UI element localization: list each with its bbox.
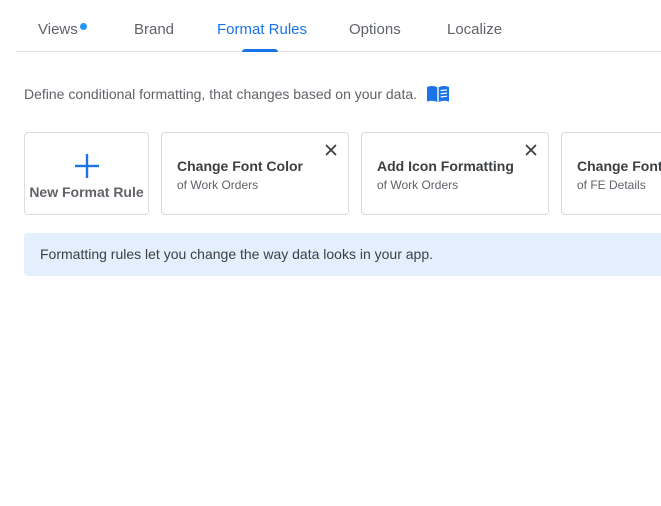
tab-bar: Views Brand Format Rules Options Localiz… [16, 0, 661, 52]
close-icon[interactable] [524, 143, 538, 157]
tab-label: Brand [134, 21, 175, 38]
plus-icon [74, 153, 100, 179]
unsaved-indicator-dot [79, 23, 87, 30]
rule-title: Add Icon Formatting [377, 158, 514, 174]
tab-views[interactable]: Views [38, 0, 87, 52]
tab-brand[interactable]: Brand [134, 0, 174, 52]
close-icon[interactable] [324, 143, 338, 157]
tab-label: Options [349, 21, 401, 38]
rule-title: Change Font Color [177, 158, 303, 174]
format-rule-list: New Format Rule Change Font Color of Wor… [0, 132, 661, 216]
tab-label: Localize [447, 21, 503, 38]
rule-title: Change Font [577, 158, 661, 174]
info-banner-text: Formatting rules let you change the way … [40, 246, 433, 262]
rule-subtitle: of Work Orders [177, 178, 259, 192]
format-rule-card[interactable]: Change Font Color of Work Orders [161, 132, 349, 215]
format-rule-card[interactable]: Add Icon Formatting of Work Orders [361, 132, 549, 215]
format-rule-card[interactable]: Change Font of FE Details [561, 132, 661, 215]
intro-row: Define conditional formatting, that chan… [24, 84, 450, 104]
book-icon[interactable] [426, 85, 450, 103]
rule-subtitle: of FE Details [577, 178, 646, 192]
new-format-rule-button[interactable]: New Format Rule [24, 132, 149, 215]
active-tab-underline [242, 49, 278, 52]
rule-subtitle: of Work Orders [377, 178, 459, 192]
tab-label: Views [38, 21, 78, 38]
tab-options[interactable]: Options [349, 0, 401, 52]
intro-text: Define conditional formatting, that chan… [24, 86, 418, 102]
tab-localize[interactable]: Localize [447, 0, 502, 52]
tab-format-rules[interactable]: Format Rules [217, 0, 307, 52]
info-banner: Formatting rules let you change the way … [24, 233, 661, 276]
tab-label: Format Rules [217, 21, 308, 38]
new-format-rule-label: New Format Rule [29, 184, 144, 200]
